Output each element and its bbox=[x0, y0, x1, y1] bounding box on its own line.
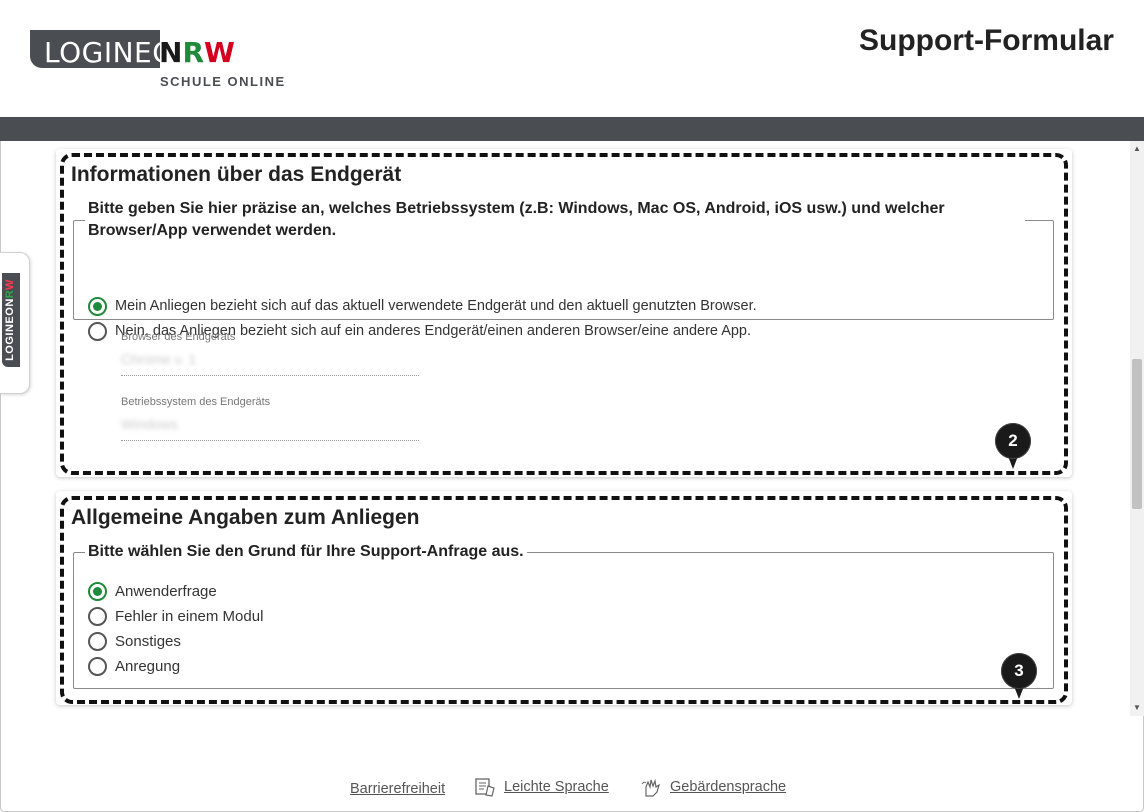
logineo-side-tab[interactable]: LOGINEONRW bbox=[0, 252, 30, 394]
device-fieldset: Bitte geben Sie hier präzise an, welches… bbox=[73, 198, 1054, 341]
radio-button[interactable] bbox=[88, 321, 107, 341]
device-section-title: Informationen über das Endgerät bbox=[71, 163, 402, 186]
logo-subtitle: SCHULE ONLINE bbox=[160, 74, 286, 89]
accessibility-link-label: Barrierefreiheit bbox=[350, 781, 446, 797]
radio-module-error[interactable]: Fehler in einem Modul bbox=[88, 605, 263, 627]
scroll-up-arrow-icon[interactable]: ▲ bbox=[1130, 141, 1144, 157]
radio-label: Fehler in einem Modul bbox=[115, 607, 264, 625]
marker-number: 3 bbox=[1001, 653, 1037, 689]
radio-current-device[interactable]: Mein Anliegen bezieht sich auf das aktue… bbox=[88, 295, 757, 317]
radio-label: Sonstiges bbox=[115, 632, 181, 650]
general-section-title: Allgemeine Angaben zum Anliegen bbox=[71, 506, 420, 529]
browser-field-label: Browser des Endgeräts bbox=[121, 331, 236, 343]
radio-suggestion[interactable]: Anregung bbox=[88, 655, 180, 677]
accessibility-link[interactable]: Barrierefreiheit bbox=[350, 781, 445, 797]
radio-button[interactable] bbox=[88, 631, 107, 651]
callout-marker-3: 3 bbox=[1001, 653, 1037, 701]
side-tab-label: LOGINEONRW bbox=[4, 279, 16, 361]
radio-button[interactable] bbox=[88, 606, 107, 626]
scroll-thumb[interactable] bbox=[1132, 359, 1142, 509]
reason-fieldset: Bitte wählen Sie den Grund für Ihre Supp… bbox=[73, 541, 1054, 689]
sign-language-link-label: Gebärdensprache bbox=[670, 779, 787, 795]
reason-legend: Bitte wählen Sie den Grund für Ihre Supp… bbox=[88, 543, 524, 560]
device-info-card: Informationen über das Endgerät Bitte ge… bbox=[56, 149, 1072, 477]
device-legend: Bitte geben Sie hier präzise an, welches… bbox=[88, 200, 945, 239]
radio-other[interactable]: Sonstiges bbox=[88, 630, 181, 652]
scroll-down-arrow-icon[interactable]: ▼ bbox=[1130, 700, 1144, 716]
radio-button-checked[interactable] bbox=[88, 296, 107, 316]
easy-language-link-label: Leichte Sprache bbox=[504, 779, 609, 795]
easy-language-link[interactable]: Leichte Sprache bbox=[474, 776, 609, 798]
os-field-value: Windows bbox=[121, 416, 178, 432]
sign-language-link[interactable]: Gebärdensprache bbox=[640, 776, 786, 798]
top-bar bbox=[0, 117, 1144, 141]
radio-user-question[interactable]: Anwenderfrage bbox=[88, 580, 217, 602]
logineo-logo[interactable]: LOGINEO NRW SCHULE ONLINE bbox=[30, 30, 290, 92]
radio-label: Anwenderfrage bbox=[115, 582, 217, 600]
os-field-underline bbox=[121, 440, 419, 441]
callout-marker-2: 2 bbox=[995, 423, 1031, 471]
logo-nrw-text: NRW bbox=[159, 36, 235, 69]
page-header: LOGINEO NRW SCHULE ONLINE Support-Formul… bbox=[0, 0, 1144, 117]
radio-button-checked[interactable] bbox=[88, 581, 107, 601]
logo-logineo-text: LOGINEO bbox=[44, 36, 175, 69]
browser-field-underline bbox=[121, 375, 419, 376]
sign-language-icon bbox=[641, 778, 661, 797]
marker-number: 2 bbox=[995, 423, 1031, 459]
radio-label: Mein Anliegen bezieht sich auf das aktue… bbox=[115, 298, 757, 314]
radio-button[interactable] bbox=[88, 656, 107, 676]
page-footer: Barrierefreiheit Leichte Sprache Gebärde… bbox=[0, 716, 1144, 812]
vertical-scrollbar[interactable]: ▲ ▼ bbox=[1130, 141, 1144, 716]
radio-label: Anregung bbox=[115, 657, 181, 675]
scroll-content: Informationen über das Endgerät Bitte ge… bbox=[0, 141, 1130, 716]
general-info-card: Allgemeine Angaben zum Anliegen Bitte wä… bbox=[56, 491, 1072, 705]
page-title: Support-Formular bbox=[859, 24, 1114, 57]
browser-field-value: Chrome v. 1 bbox=[121, 351, 197, 367]
easy-language-icon bbox=[475, 778, 495, 797]
os-field-label: Betriebssystem des Endgeräts bbox=[121, 396, 271, 408]
logo-box: LOGINEO bbox=[30, 30, 174, 68]
